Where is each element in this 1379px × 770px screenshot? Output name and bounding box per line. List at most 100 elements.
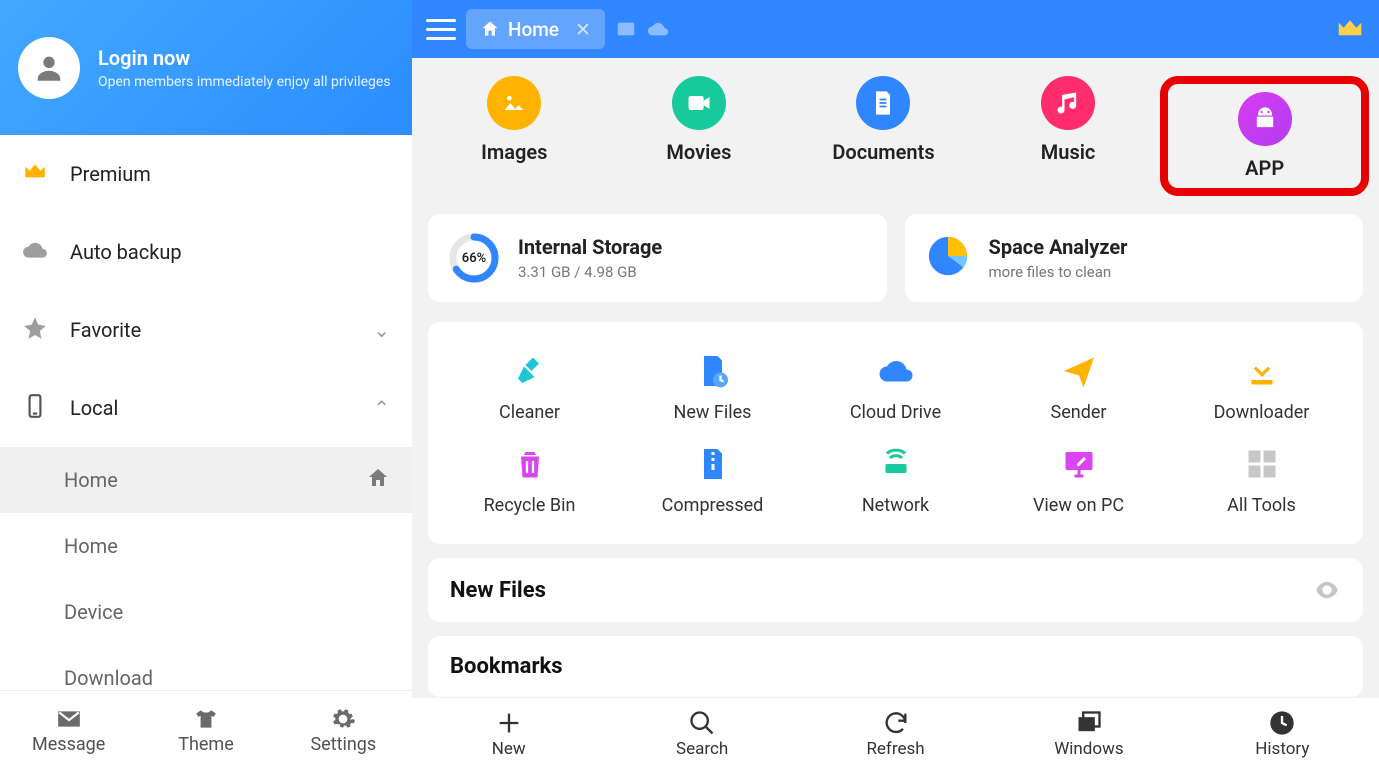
login-subtitle: Open members immediately enjoy all privi… xyxy=(98,74,391,90)
cloud-drive-icon xyxy=(875,350,917,392)
home-icon xyxy=(366,466,390,495)
footer-label: Settings xyxy=(310,734,376,755)
main-area: Home ✕ Images Movies Documents Musi xyxy=(412,0,1379,770)
category-movies[interactable]: Movies xyxy=(607,76,792,196)
bottom-label: Windows xyxy=(1054,739,1123,759)
login-title: Login now xyxy=(98,46,391,70)
sidebar-item-label: Download xyxy=(64,666,390,690)
section-bookmarks[interactable]: Bookmarks xyxy=(428,636,1363,697)
documents-icon xyxy=(856,76,910,130)
footer-message-button[interactable]: Message xyxy=(0,691,137,770)
sidebar-subitem-download[interactable]: Download xyxy=(0,645,412,690)
tool-cleaner[interactable]: Cleaner xyxy=(438,340,621,433)
sidebar-item-label: Auto backup xyxy=(70,240,390,264)
chevron-down-icon: ⌄ xyxy=(373,318,390,342)
network-icon xyxy=(875,443,917,485)
category-label: Music xyxy=(1041,140,1096,164)
content: Images Movies Documents Music APP xyxy=(412,58,1379,698)
tab-home[interactable]: Home ✕ xyxy=(466,9,605,49)
plus-icon xyxy=(495,709,523,737)
bottom-history-button[interactable]: History xyxy=(1186,698,1379,770)
close-tab-button[interactable]: ✕ xyxy=(575,18,591,41)
sidebar-item-label: Device xyxy=(64,600,390,624)
bottom-new-button[interactable]: New xyxy=(412,698,605,770)
sidebar-item-premium[interactable]: Premium xyxy=(0,135,412,213)
tool-sender[interactable]: Sender xyxy=(987,340,1170,433)
tool-viewonpc[interactable]: View on PC xyxy=(987,433,1170,526)
tool-recyclebin[interactable]: Recycle Bin xyxy=(438,433,621,526)
bottom-windows-button[interactable]: Windows xyxy=(992,698,1185,770)
cloud-icon[interactable] xyxy=(647,18,669,40)
gear-icon xyxy=(330,706,356,732)
tool-label: Cloud Drive xyxy=(850,402,941,423)
envelope-icon xyxy=(56,706,82,732)
tools-panel: Cleaner New Files Cloud Drive Sender Dow… xyxy=(428,322,1363,544)
sidebar-item-label: Home xyxy=(64,534,390,558)
app-icon xyxy=(1238,92,1292,146)
section-newfiles[interactable]: New Files xyxy=(428,558,1363,622)
sidebar: Login now Open members immediately enjoy… xyxy=(0,0,412,770)
login-banner[interactable]: Login now Open members immediately enjoy… xyxy=(0,0,412,135)
category-label: APP xyxy=(1245,156,1284,180)
monitor-icon xyxy=(1058,443,1100,485)
sidebar-item-autobackup[interactable]: Auto backup xyxy=(0,213,412,291)
sidebar-subitem-home[interactable]: Home xyxy=(0,447,412,513)
cloud-backup-icon xyxy=(22,237,48,268)
tool-downloader[interactable]: Downloader xyxy=(1170,340,1353,433)
category-documents[interactable]: Documents xyxy=(791,76,976,196)
sidebar-item-label: Home xyxy=(64,468,366,492)
tool-label: New Files xyxy=(674,402,752,423)
sender-icon xyxy=(1058,350,1100,392)
bottom-search-button[interactable]: Search xyxy=(605,698,798,770)
tool-label: Downloader xyxy=(1214,402,1310,423)
space-analyzer-card[interactable]: Space Analyzer more files to clean xyxy=(905,214,1364,302)
zip-icon xyxy=(692,443,734,485)
tool-clouddrive[interactable]: Cloud Drive xyxy=(804,340,987,433)
storage-percent: 66% xyxy=(448,232,500,284)
sidebar-item-local[interactable]: Local ⌃ xyxy=(0,369,412,447)
downloader-icon xyxy=(1241,350,1283,392)
card-subtitle: 3.31 GB / 4.98 GB xyxy=(518,263,662,281)
category-music[interactable]: Music xyxy=(976,76,1161,196)
tshirt-icon xyxy=(193,706,219,732)
eye-icon[interactable] xyxy=(1313,576,1341,604)
sidebar-subitem-device[interactable]: Device xyxy=(0,579,412,645)
tool-label: Compressed xyxy=(662,495,764,516)
bottom-label: New xyxy=(492,739,526,759)
sidebar-footer: Message Theme Settings xyxy=(0,690,412,770)
crown-icon xyxy=(22,159,48,190)
tool-network[interactable]: Network xyxy=(804,433,987,526)
tool-compressed[interactable]: Compressed xyxy=(621,433,804,526)
sidebar-list: Premium Auto backup Favorite ⌄ Local ⌃ H… xyxy=(0,135,412,690)
sidebar-item-label: Premium xyxy=(70,162,390,186)
footer-settings-button[interactable]: Settings xyxy=(275,691,412,770)
refresh-icon xyxy=(882,709,910,737)
search-icon xyxy=(688,709,716,737)
section-title: Bookmarks xyxy=(450,654,1341,679)
card-title: Space Analyzer xyxy=(989,235,1128,259)
tool-newfiles[interactable]: New Files xyxy=(621,340,804,433)
sidebar-item-favorite[interactable]: Favorite ⌄ xyxy=(0,291,412,369)
category-images[interactable]: Images xyxy=(422,76,607,196)
star-icon xyxy=(22,315,48,346)
sidebar-subitem-home2[interactable]: Home xyxy=(0,513,412,579)
tool-label: Cleaner xyxy=(499,402,560,423)
internal-storage-card[interactable]: 66% Internal Storage 3.31 GB / 4.98 GB xyxy=(428,214,887,302)
cleaner-icon xyxy=(509,350,551,392)
sidebar-item-label: Favorite xyxy=(70,318,351,342)
card-subtitle: more files to clean xyxy=(989,263,1128,281)
tool-label: All Tools xyxy=(1227,495,1296,516)
menu-button[interactable] xyxy=(426,19,456,40)
window-icon[interactable] xyxy=(615,18,637,40)
clock-icon xyxy=(1268,709,1296,737)
footer-label: Theme xyxy=(178,734,234,755)
avatar-icon xyxy=(18,37,80,99)
section-title: New Files xyxy=(450,578,1313,603)
crown-icon[interactable] xyxy=(1335,14,1365,44)
topbar: Home ✕ xyxy=(412,0,1379,58)
footer-label: Message xyxy=(32,734,105,755)
bottom-refresh-button[interactable]: Refresh xyxy=(799,698,992,770)
footer-theme-button[interactable]: Theme xyxy=(137,691,274,770)
tool-alltools[interactable]: All Tools xyxy=(1170,433,1353,526)
category-app[interactable]: APP xyxy=(1160,76,1369,196)
